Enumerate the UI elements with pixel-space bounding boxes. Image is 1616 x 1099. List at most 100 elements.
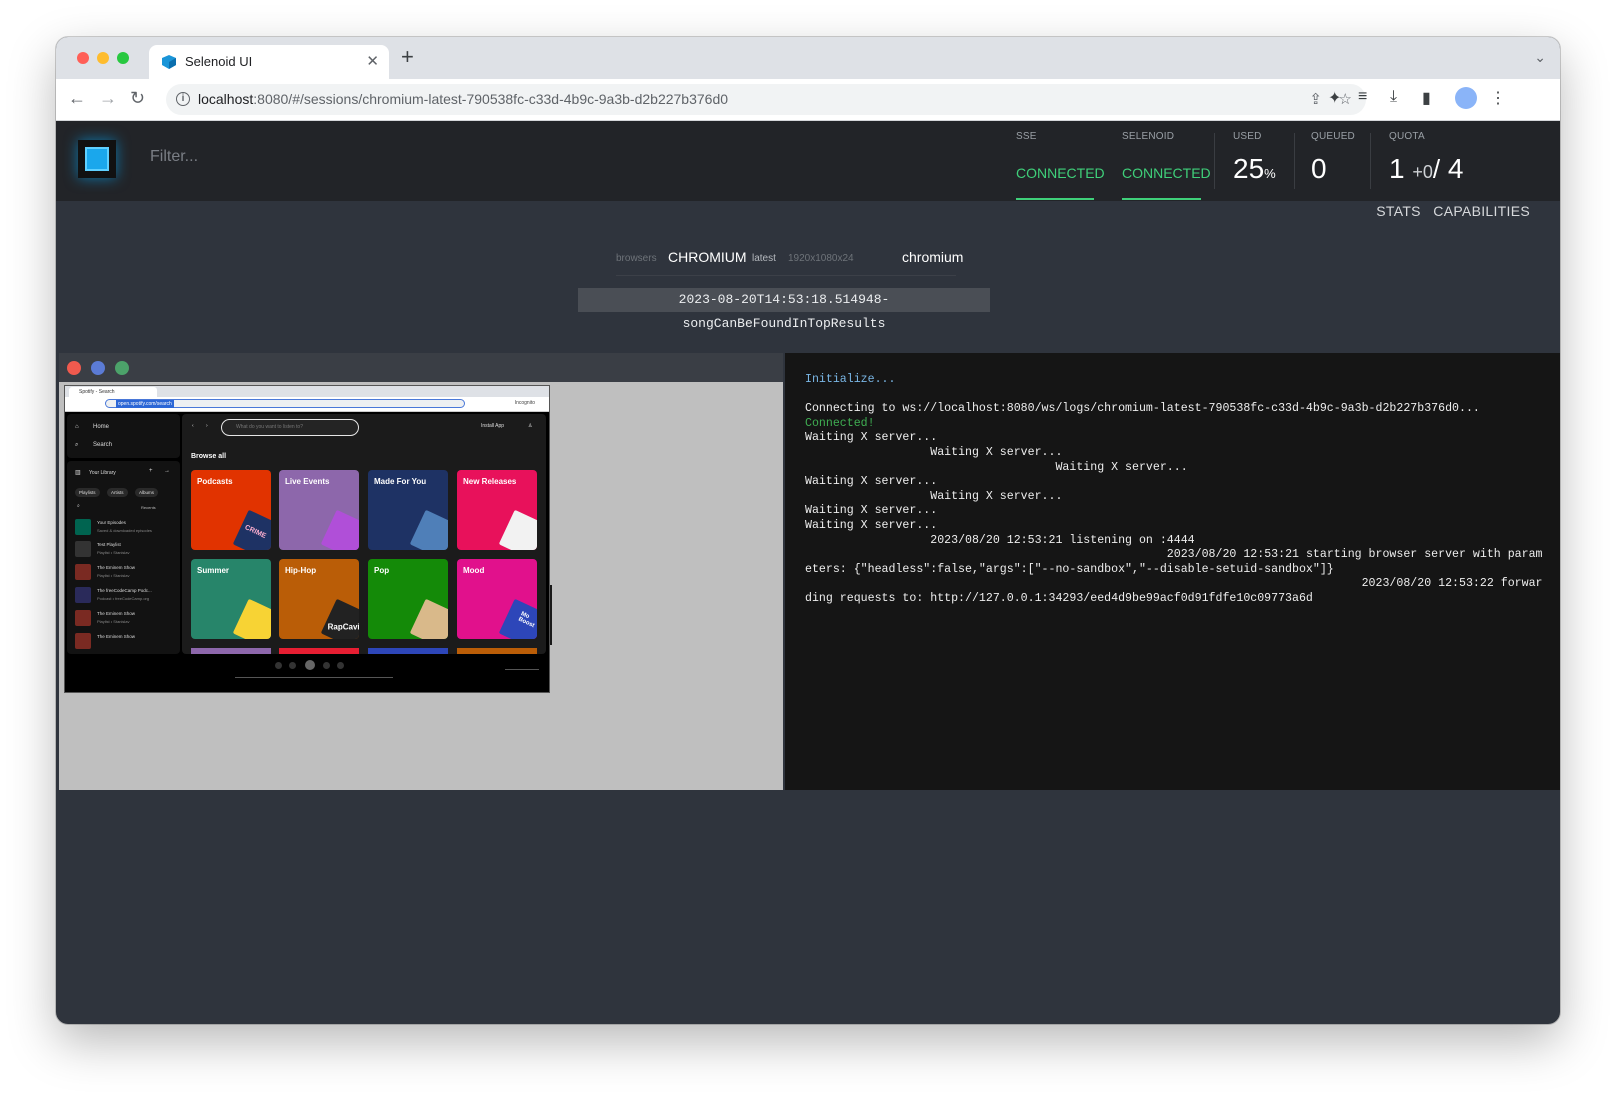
browser-tab[interactable]: Selenoid UI ✕	[149, 45, 389, 79]
side-panel-icon[interactable]: ▮	[1422, 88, 1431, 108]
quota-value: 1 +0/ 4	[1389, 153, 1463, 185]
browser-window: Selenoid UI ✕ + ⌄ ← → ↻ i localhost:8080…	[56, 37, 1560, 1024]
download-icon[interactable]: ⤓	[1390, 88, 1397, 106]
remote-tab-strip: Spotify - Search	[65, 386, 549, 397]
remote-url: open.spotify.com/search	[116, 400, 174, 408]
card-art	[409, 509, 448, 550]
library-item-sub: Playlist • Stanislav	[97, 619, 130, 624]
maximize-window-button[interactable]	[117, 52, 129, 64]
filter-input[interactable]	[148, 147, 452, 167]
card-label: Hip-Hop	[285, 566, 317, 575]
selenoid-label: SELENOID	[1122, 131, 1175, 142]
selenoid-header: SSE CONNECTED SELENOID CONNECTED USED 25…	[56, 121, 1560, 201]
quota-total: 4	[1447, 153, 1464, 184]
log-lines: Waiting X server... Waiting X server... …	[805, 431, 1543, 605]
log-output: Initialize... Connecting to ws://localho…	[805, 373, 1545, 607]
minimize-window-button[interactable]	[97, 52, 109, 64]
card-art	[232, 598, 271, 639]
card-label: Made For You	[374, 477, 427, 486]
spotify-player	[65, 654, 549, 692]
spotify-main: ‹ › What do you want to listen to? Insta…	[182, 414, 546, 654]
category-card-mood: Mood Mo Boost	[457, 559, 537, 639]
used-number: 25	[1233, 153, 1265, 184]
home-label: Home	[93, 424, 110, 430]
share-icon[interactable]: ⇪	[1309, 90, 1322, 108]
reading-list-icon[interactable]: ≡	[1358, 88, 1367, 106]
card-art: RapCavi	[320, 598, 359, 639]
kebab-menu-icon[interactable]: ⋮	[1490, 88, 1506, 108]
category-card-live-events: Live Events	[279, 470, 359, 550]
category-card-pop: Pop	[368, 559, 448, 639]
playback-progress	[235, 677, 393, 678]
home-icon: ⌂	[75, 424, 79, 430]
library-item-title: Test Playlist	[97, 542, 121, 547]
browser-name: CHROMIUM	[668, 249, 747, 265]
remote-browser[interactable]: Spotify - Search open.spotify.com/search…	[64, 385, 550, 693]
library-item-sub: Playlist • Stanislav	[97, 573, 130, 578]
previous-icon	[289, 662, 296, 669]
used-value: 25%	[1233, 153, 1276, 185]
forward-arrow-icon: ›	[206, 423, 208, 429]
selenoid-logo[interactable]	[78, 140, 116, 178]
album-thumb	[75, 610, 91, 626]
chip-artists: Artists	[107, 488, 128, 497]
vnc-lock-button[interactable]	[91, 361, 105, 375]
session-capabilities: browsers CHROMIUM latest 1920x1080x24 ch…	[616, 249, 963, 276]
url-field[interactable]: i localhost:8080/#/sessions/chromium-lat…	[166, 84, 1366, 115]
remote-address-bar: open.spotify.com/search Incognito	[65, 397, 549, 412]
selenoid-status: CONNECTED	[1122, 165, 1211, 181]
podcast-thumb	[75, 587, 91, 603]
close-window-button[interactable]	[77, 52, 89, 64]
library-item-title: Your Episodes	[97, 520, 126, 525]
card-label: Mood	[463, 566, 485, 575]
test-name-badge: 2023-08-20T14:53:18.514948-songCanBeFoun…	[578, 288, 990, 331]
library-item-title: The Eminem Show	[97, 634, 136, 639]
sse-label: SSE	[1016, 131, 1037, 142]
log-connected: Connected!	[805, 416, 875, 430]
playlist-thumb	[75, 541, 91, 557]
search-label: Search	[93, 442, 113, 448]
extensions-puzzle-icon[interactable]: ✦	[1328, 88, 1341, 108]
selenoid-favicon-icon	[162, 55, 176, 69]
play-pause-icon	[305, 660, 315, 670]
quota-label: QUOTA	[1389, 131, 1425, 142]
library-icon: ▥	[75, 470, 81, 476]
tab-close-icon[interactable]: ✕	[366, 52, 379, 70]
sub-navigation: STATS CAPABILITIES	[1368, 203, 1530, 221]
incognito-label: Incognito	[514, 400, 535, 406]
tab-search-chevron-icon[interactable]: ⌄	[1534, 49, 1546, 66]
stats-link[interactable]: STATS	[1376, 203, 1421, 219]
url-host: localhost	[198, 91, 254, 107]
library-item-sub: Podcast • freeCodeCamp.org	[97, 596, 150, 601]
new-tab-icon[interactable]: +	[401, 46, 414, 68]
capabilities-link[interactable]: CAPABILITIES	[1433, 203, 1530, 219]
card-label: Podcasts	[197, 477, 233, 486]
library-item-title: The Eminem Show	[97, 611, 136, 616]
screen-resolution: 1920x1080x24	[788, 253, 854, 264]
repeat-icon	[337, 662, 344, 669]
chip-playlists: Playlists	[75, 488, 100, 497]
used-unit: %	[1264, 166, 1276, 181]
quota-slash: /	[1432, 154, 1441, 184]
library-card: ▥ Your Library + → Playlists Artists Alb…	[67, 461, 180, 654]
browsers-label: browsers	[616, 253, 657, 264]
profile-avatar[interactable]	[1455, 87, 1477, 109]
vnc-screen[interactable]: Spotify - Search open.spotify.com/search…	[59, 353, 783, 790]
site-info-icon[interactable]: i	[176, 92, 190, 106]
library-item-title: The Eminem Show	[97, 565, 136, 570]
chip-albums: Albums	[135, 488, 159, 497]
back-icon[interactable]: ←	[68, 88, 86, 108]
card-art-text: Mo Boost	[517, 611, 536, 630]
reload-icon[interactable]: ↻	[130, 88, 145, 108]
quota-plus: +	[1412, 162, 1423, 182]
vnc-fullscreen-button[interactable]	[115, 361, 129, 375]
quota-used: 1	[1389, 153, 1405, 184]
card-art-text: CRIME	[243, 524, 267, 541]
queued-label: QUEUED	[1311, 131, 1355, 142]
remote-tab: Spotify - Search	[69, 387, 157, 397]
forward-icon[interactable]: →	[99, 88, 117, 108]
card-art-text: RapCavi	[327, 622, 359, 632]
vnc-disconnect-button[interactable]	[67, 361, 81, 375]
remote-url-field: open.spotify.com/search	[105, 399, 465, 408]
library-item-sub: Saved & downloaded episodes	[97, 528, 152, 533]
